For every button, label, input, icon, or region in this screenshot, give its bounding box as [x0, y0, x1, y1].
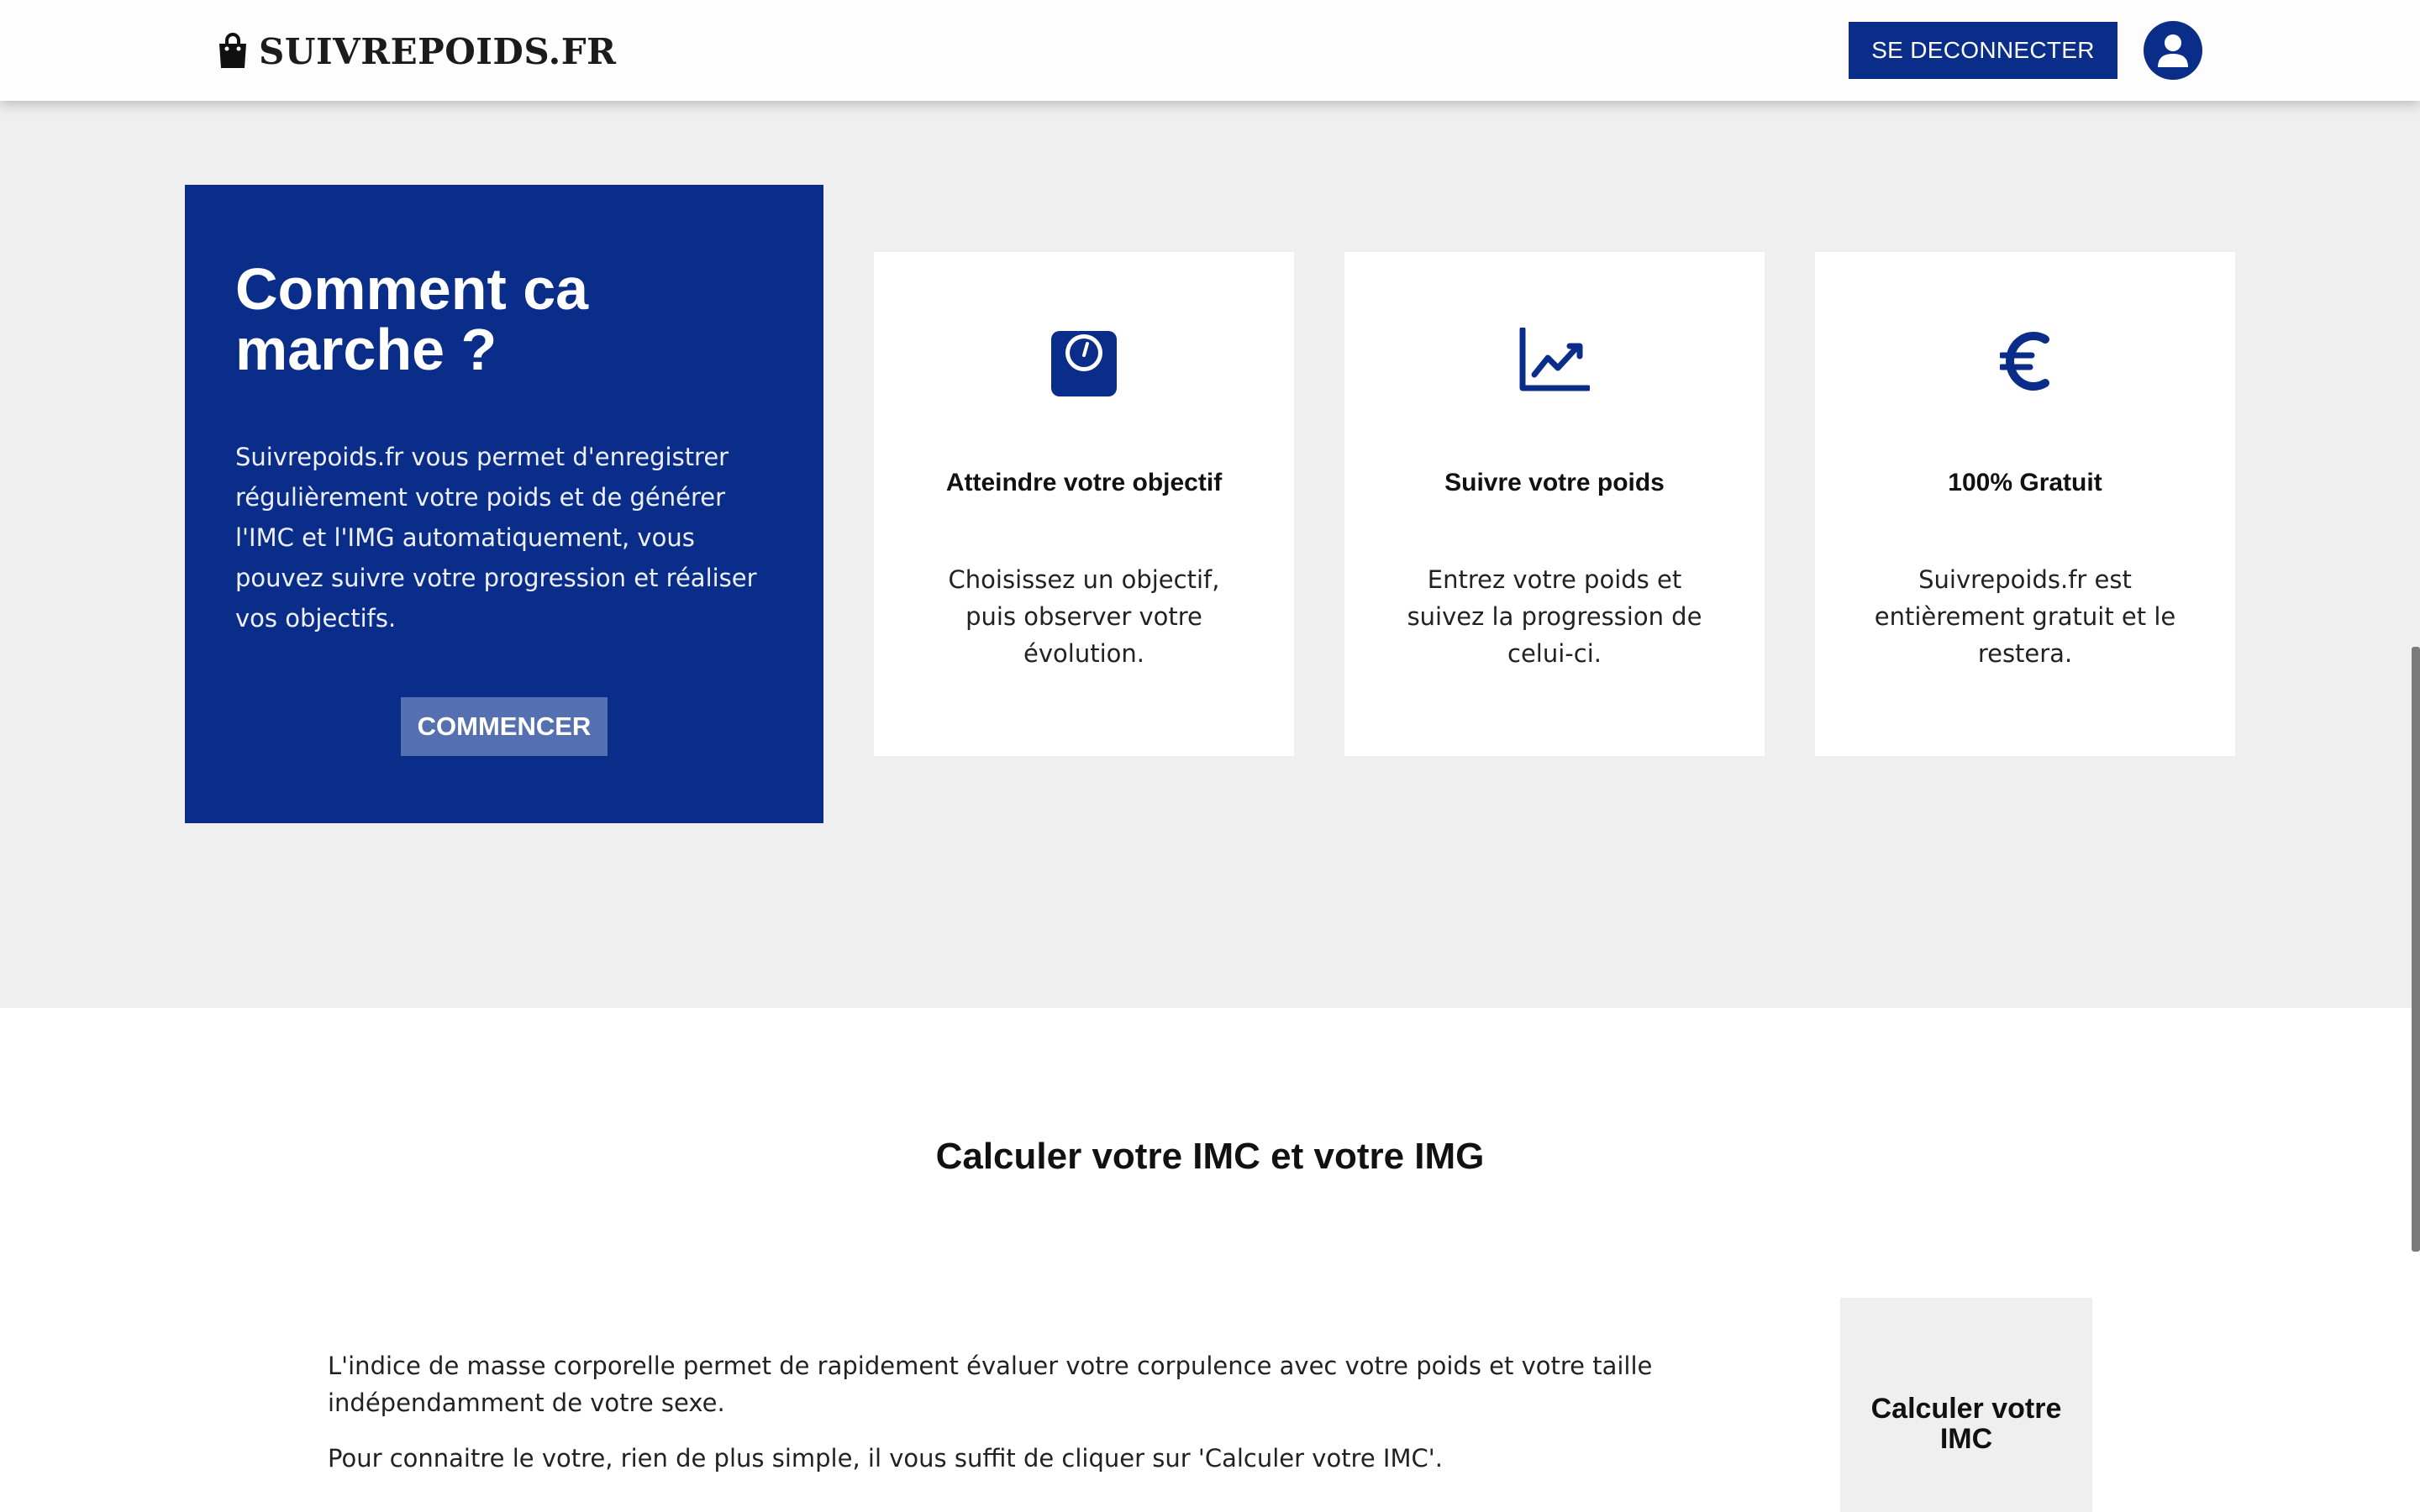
how-it-works-section: Comment ca marche ? Suivrepoids.fr vous … [0, 101, 2420, 1008]
calculate-imc-card[interactable]: Calculer votre IMC [1840, 1298, 2092, 1512]
imc-description: L'indice de masse corporelle permet de r… [328, 1352, 1653, 1417]
feature-card-goal: Atteindre votre objectif Choisissez un o… [874, 252, 1294, 756]
user-circle-icon [2158, 34, 2188, 67]
page-scrollbar[interactable] [2412, 647, 2420, 1252]
site-logo[interactable]: SUIVREPOIDS.FR [217, 25, 617, 77]
how-it-works-title: Comment ca marche ? [235, 256, 589, 382]
line-chart-icon [1519, 328, 1590, 391]
imc-instructions: Pour connaitre le votre, rien de plus si… [328, 1444, 1443, 1473]
logo-text: SUIVREPOIDS.FR [259, 30, 617, 72]
euro-icon [2000, 332, 2049, 391]
feature-card-track: Suivre votre poids Entrez votre poids et… [1344, 252, 1765, 756]
calculate-imc-label: Calculer votre IMC [1870, 1393, 2062, 1455]
start-button[interactable]: COMMENCER [401, 697, 608, 756]
user-avatar-button[interactable] [2144, 21, 2202, 80]
feature-title: Suivre votre poids [1444, 469, 1665, 496]
feature-text: Entrez votre poids et suivez la progress… [1407, 565, 1702, 668]
imc-section-title: Calculer votre IMC et votre IMG [935, 1136, 1485, 1177]
feature-title: Atteindre votre objectif [945, 469, 1223, 496]
scale-icon [1051, 331, 1117, 396]
feature-text: Suivrepoids.fr est entièrement gratuit e… [1874, 565, 2176, 668]
how-it-works-panel: Comment ca marche ? Suivrepoids.fr vous … [185, 185, 823, 823]
logout-button[interactable]: SE DECONNECTER [1849, 22, 2118, 79]
feature-title: 100% Gratuit [1948, 469, 2102, 496]
top-navbar: SUIVREPOIDS.FR SE DECONNECTER [0, 0, 2420, 101]
feature-card-free: 100% Gratuit Suivrepoids.fr est entièrem… [1815, 252, 2235, 756]
feature-text: Choisissez un objectif, puis observer vo… [948, 565, 1220, 668]
shopping-bag-icon [219, 33, 246, 68]
how-it-works-text: Suivrepoids.fr vous permet d'enregistrer… [235, 443, 757, 633]
